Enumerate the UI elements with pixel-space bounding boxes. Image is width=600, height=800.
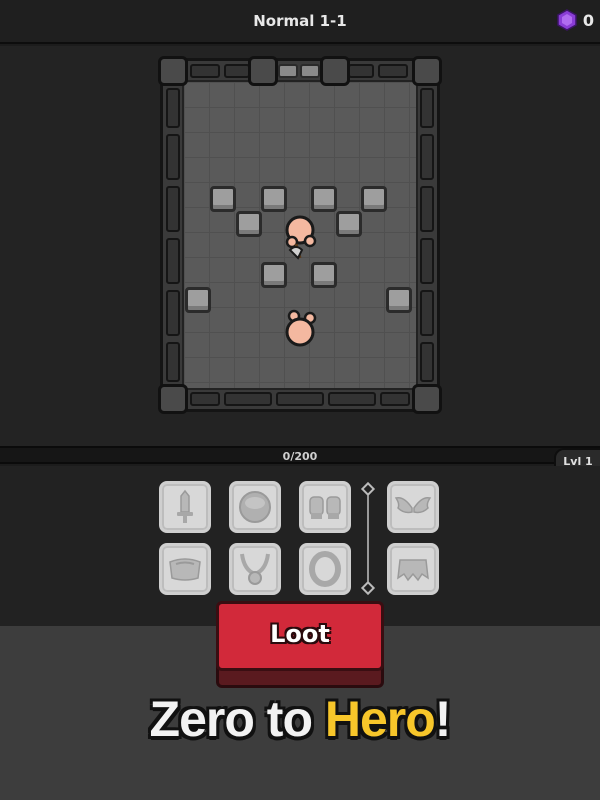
tagline-highlight: Hero xyxy=(324,691,436,747)
purple-gem-icon xyxy=(557,9,577,31)
sword-icon xyxy=(177,489,193,523)
gem-count: 0 xyxy=(582,10,594,30)
wall-brick xyxy=(190,392,220,406)
armor-icon xyxy=(169,558,201,581)
cape-icon xyxy=(397,559,429,582)
equip-slot-gloves[interactable] xyxy=(299,481,351,533)
stone-block xyxy=(261,186,287,212)
wall-brick xyxy=(420,186,434,232)
wall-brick xyxy=(380,392,410,406)
ring-icon xyxy=(309,551,341,587)
gem-counter: 0 xyxy=(556,9,594,31)
stone-block xyxy=(236,211,262,237)
xp-bar: 0/200 xyxy=(0,446,600,464)
wall-brick xyxy=(166,88,180,128)
top-bar: Normal 1-1 0 xyxy=(0,0,600,44)
tagline-exclaim: ! xyxy=(434,691,452,747)
wall-corner xyxy=(158,384,188,414)
wall-brick xyxy=(420,342,434,382)
equip-slot-armor[interactable] xyxy=(159,543,211,595)
wall-brick xyxy=(420,88,434,128)
wall-brick xyxy=(224,64,250,78)
wall-brick xyxy=(166,238,180,284)
wall-pillar xyxy=(320,56,350,86)
tagline-part1: Zero to xyxy=(149,691,325,747)
wall-brick xyxy=(348,64,374,78)
wall-corner xyxy=(158,56,188,86)
wall-brick xyxy=(276,392,324,406)
hero-character xyxy=(285,215,317,260)
amulet-icon xyxy=(240,553,270,585)
wall-brick xyxy=(166,186,180,232)
wall-brick xyxy=(328,392,376,406)
enemy-character xyxy=(285,309,317,347)
door-brick xyxy=(300,64,320,78)
stone-block xyxy=(210,186,236,212)
wings-icon xyxy=(394,496,432,514)
door-brick xyxy=(278,64,298,78)
wall-corner xyxy=(412,384,442,414)
level-title: Normal 1-1 xyxy=(253,12,347,30)
equip-slot-cape[interactable] xyxy=(387,543,439,595)
gloves-icon xyxy=(309,496,341,519)
slot-divider xyxy=(367,490,369,588)
wall-brick xyxy=(420,238,434,284)
wall-brick xyxy=(224,392,272,406)
equip-slot-ring[interactable] xyxy=(299,543,351,595)
shield-icon xyxy=(239,491,271,523)
equip-slot-amulet[interactable] xyxy=(229,543,281,595)
wall-brick xyxy=(190,64,220,78)
stone-block xyxy=(185,287,211,313)
stone-block xyxy=(336,211,362,237)
wall-brick xyxy=(166,290,180,336)
equip-slot-shield[interactable] xyxy=(229,481,281,533)
wall-brick xyxy=(420,290,434,336)
loot-button[interactable]: Loot xyxy=(216,601,384,671)
loot-button-label: Loot xyxy=(270,620,330,648)
equip-slot-wings[interactable] xyxy=(387,481,439,533)
promo-tagline: Zero to Hero! xyxy=(0,690,600,748)
wall-pillar xyxy=(248,56,278,86)
wall-corner xyxy=(412,56,442,86)
stone-block xyxy=(386,287,412,313)
dungeon-room xyxy=(158,56,442,414)
xp-progress-text: 0/200 xyxy=(282,450,318,463)
wall-brick xyxy=(166,342,180,382)
equip-slot-weapon[interactable] xyxy=(159,481,211,533)
wall-brick xyxy=(420,134,434,180)
wall-brick xyxy=(166,134,180,180)
stone-block xyxy=(361,186,387,212)
wall-brick xyxy=(378,64,408,78)
stone-block xyxy=(311,186,337,212)
